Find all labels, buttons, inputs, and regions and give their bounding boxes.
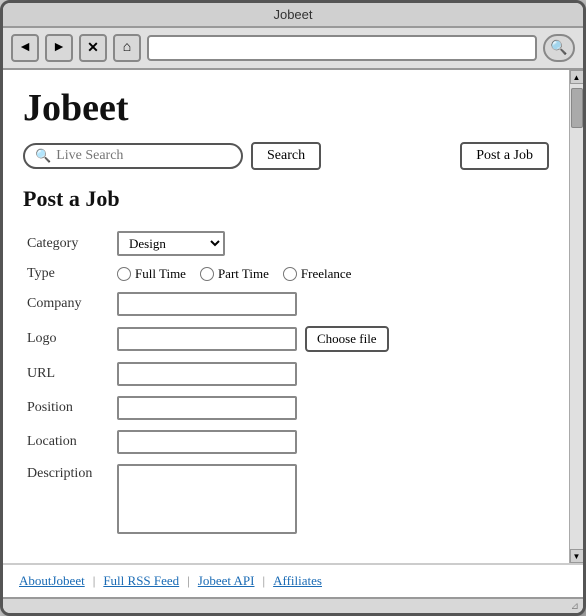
home-icon: ⌂ (123, 40, 131, 56)
category-row: Category Design Programming (23, 226, 549, 261)
logo-input-group: Choose file (117, 326, 545, 352)
scrollbar: ▲ ▼ (569, 70, 583, 563)
browser-title: Jobeet (273, 7, 312, 22)
page-area: Jobeet 🔍 Search Post a Job Post a Job Ca… (3, 70, 569, 563)
job-form: Category Design Programming Type (23, 226, 549, 544)
search-bar-row: 🔍 Search Post a Job (23, 142, 549, 170)
choose-file-button[interactable]: Choose file (305, 326, 389, 352)
footer-divider-2: | (187, 573, 190, 589)
close-button[interactable]: ✕ (79, 34, 107, 62)
browser-toolbar: ◄ ► ✕ ⌂ 🔍 (3, 28, 583, 70)
toolbar-search-button[interactable]: 🔍 (543, 34, 575, 62)
company-input[interactable] (117, 292, 297, 316)
url-input[interactable] (117, 362, 297, 386)
logo-label: Logo (23, 321, 113, 357)
type-label: Type (23, 261, 113, 287)
url-bar[interactable] (147, 35, 537, 61)
fulltime-label[interactable]: Full Time (117, 266, 186, 282)
freelance-radio[interactable] (283, 267, 297, 281)
url-row: URL (23, 357, 549, 391)
browser-content: Jobeet 🔍 Search Post a Job Post a Job Ca… (3, 70, 583, 563)
footer-link-api[interactable]: Jobeet API (198, 573, 255, 589)
close-icon: ✕ (87, 40, 99, 57)
browser-window: Jobeet ◄ ► ✕ ⌂ 🔍 Jobeet 🔍 (0, 0, 586, 616)
logo-input[interactable] (117, 327, 297, 351)
footer-link-affiliates[interactable]: Affiliates (273, 573, 322, 589)
browser-statusbar: ⊿ (3, 597, 583, 613)
company-row: Company (23, 287, 549, 321)
position-row: Position (23, 391, 549, 425)
post-job-nav-button[interactable]: Post a Job (460, 142, 549, 170)
parttime-radio[interactable] (200, 267, 214, 281)
forward-icon: ► (52, 40, 66, 56)
search-input[interactable] (56, 148, 216, 164)
resize-handle-icon: ⊿ (571, 601, 579, 612)
search-button[interactable]: Search (251, 142, 321, 170)
footer-divider-1: | (93, 573, 96, 589)
location-row: Location (23, 425, 549, 459)
scrollbar-thumb[interactable] (571, 88, 583, 128)
type-row: Type Full Time Part Time (23, 261, 549, 287)
scroll-down-button[interactable]: ▼ (570, 549, 584, 563)
type-radio-group: Full Time Part Time Freelance (117, 266, 545, 282)
freelance-label[interactable]: Freelance (283, 266, 352, 282)
fulltime-radio[interactable] (117, 267, 131, 281)
category-label: Category (23, 226, 113, 261)
location-label: Location (23, 425, 113, 459)
parttime-text: Part Time (218, 266, 269, 282)
position-label: Position (23, 391, 113, 425)
description-row: Description (23, 459, 549, 544)
footer-divider-3: | (263, 573, 266, 589)
description-textarea[interactable] (117, 464, 297, 534)
footer-link-about[interactable]: AboutJobeet (19, 573, 85, 589)
site-title: Jobeet (23, 86, 549, 130)
location-input[interactable] (117, 430, 297, 454)
freelance-text: Freelance (301, 266, 352, 282)
search-input-wrapper: 🔍 (23, 143, 243, 169)
description-label: Description (23, 459, 113, 544)
forward-button[interactable]: ► (45, 34, 73, 62)
footer-links: AboutJobeet | Full RSS Feed | Jobeet API… (3, 563, 583, 597)
home-button[interactable]: ⌂ (113, 34, 141, 62)
category-select[interactable]: Design Programming (117, 231, 225, 256)
toolbar-search-icon: 🔍 (550, 40, 567, 57)
page-heading: Post a Job (23, 186, 549, 212)
fulltime-text: Full Time (135, 266, 186, 282)
company-label: Company (23, 287, 113, 321)
url-label: URL (23, 357, 113, 391)
parttime-label[interactable]: Part Time (200, 266, 269, 282)
back-button[interactable]: ◄ (11, 34, 39, 62)
search-icon: 🔍 (35, 148, 51, 164)
footer-link-rss[interactable]: Full RSS Feed (103, 573, 179, 589)
scroll-up-button[interactable]: ▲ (570, 70, 584, 84)
logo-row: Logo Choose file (23, 321, 549, 357)
position-input[interactable] (117, 396, 297, 420)
browser-titlebar: Jobeet (3, 3, 583, 28)
back-icon: ◄ (18, 40, 32, 56)
